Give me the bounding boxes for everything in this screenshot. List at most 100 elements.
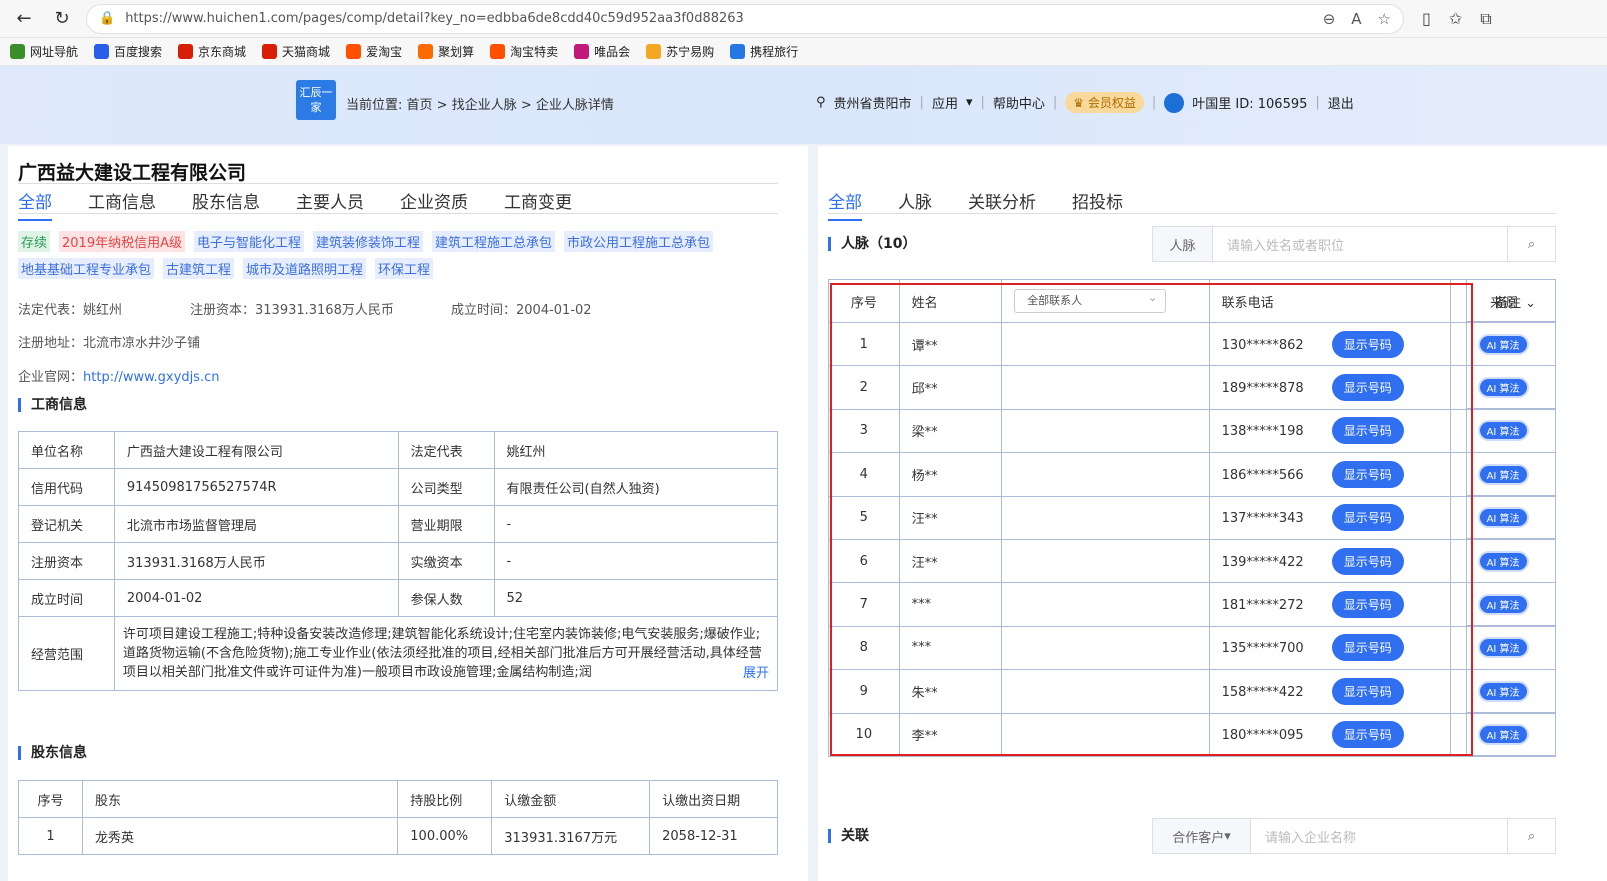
contact-name: 杨**	[898, 452, 1003, 497]
breadcrumb-path[interactable]: 首页 > 找企业人脉 > 企业人脉详情	[407, 98, 614, 113]
bookmark-item[interactable]: 唯品会	[574, 43, 630, 60]
contact-name: 李**	[898, 712, 1003, 757]
bookmark-label: 苏宁易购	[666, 45, 715, 59]
contact-position	[1001, 538, 1210, 584]
search-icon[interactable]: ⌕	[1507, 227, 1555, 261]
back-icon[interactable]: ←	[10, 5, 38, 33]
contacts-tabs: 全部 人脉 关联分析 招投标	[828, 188, 1123, 221]
show-number-button[interactable]: 显示号码	[1331, 460, 1404, 488]
bookmark-item[interactable]: 携程旅行	[730, 43, 798, 60]
refresh-icon[interactable]: ↻	[48, 5, 76, 33]
url-text[interactable]: https://www.huichen1.com/pages/comp/deta…	[125, 11, 1313, 26]
show-number-button[interactable]: 显示号码	[1331, 677, 1404, 705]
caret-down-icon: ▾	[965, 95, 973, 110]
website-label: 企业官网：	[18, 370, 84, 385]
scope-cell: 许可项目建设工程施工;特种设备安装改造修理;建筑智能化系统设计;住宅室内装饰装修…	[113, 616, 779, 691]
tab-5[interactable]: 工商变更	[504, 188, 572, 221]
reg-capital: 注册资本：313931.3168万人民币	[190, 303, 394, 318]
bookmark-icon	[10, 44, 25, 59]
bookmark-label: 爱淘宝	[366, 45, 403, 59]
collections-icon[interactable]: ⧉	[1480, 9, 1491, 29]
related-category[interactable]: 合作客户 ▾	[1153, 819, 1251, 853]
business-cell: 2004-01-02	[113, 579, 399, 617]
logout-link[interactable]: 退出	[1328, 93, 1354, 112]
bookmark-item[interactable]: 爱淘宝	[346, 43, 402, 60]
show-number-button[interactable]: 显示号码	[1331, 504, 1404, 532]
show-number-button[interactable]: 显示号码	[1331, 417, 1404, 445]
contact-name: 梁**	[898, 408, 1003, 454]
show-number-button[interactable]: 显示号码	[1331, 374, 1404, 402]
user-info[interactable]: 叶国里 ID: 106595	[1192, 93, 1307, 112]
split-screen-icon[interactable]: ▯	[1422, 9, 1431, 29]
contact-position	[1001, 669, 1210, 714]
city-selector[interactable]: 贵州省贵阳市	[834, 93, 912, 112]
col-remark[interactable]: 备注 ⌄	[1467, 279, 1556, 323]
show-number-button[interactable]: 显示号码	[1331, 634, 1404, 662]
help-center-link[interactable]: 帮助中心	[993, 93, 1045, 112]
bookmark-icon	[94, 44, 110, 59]
tab-2[interactable]: 股东信息	[192, 188, 260, 221]
bookmark-label: 淘宝特卖	[510, 45, 559, 59]
show-number-button[interactable]: 显示号码	[1331, 721, 1404, 749]
site-logo[interactable]: 汇辰一家	[296, 80, 336, 120]
tab-3[interactable]: 招投标	[1072, 188, 1123, 221]
contact-no: 2	[828, 365, 900, 410]
show-number-button[interactable]: 显示号码	[1331, 547, 1404, 575]
company-tag: 古建筑工程	[163, 258, 235, 279]
remark-label: 备注	[1495, 296, 1522, 311]
contact-phone: 158*****422	[1221, 684, 1304, 700]
tab-1[interactable]: 工商信息	[88, 188, 156, 221]
vip-benefits-badge[interactable]: ♛ 会员权益	[1065, 92, 1144, 113]
bookmark-item[interactable]: 网址导航	[10, 43, 78, 60]
contact-position	[1001, 365, 1210, 410]
bookmark-item[interactable]: 百度搜索	[94, 43, 162, 60]
business-cell: 法定代表	[397, 431, 495, 469]
shareholder-table: 序号 股东 持股比例 认缴金额 认缴出资日期 1 龙秀英 100.00% 313931.316…	[18, 780, 778, 855]
bookmark-item[interactable]: 淘宝特卖	[490, 43, 558, 60]
address-bar[interactable]: 🔒 https://www.huichen1.com/pages/comp/de…	[86, 3, 1404, 34]
read-aloud-icon[interactable]: A	[1351, 10, 1361, 28]
favorite-star-icon[interactable]: ☆	[1378, 10, 1391, 28]
expand-link[interactable]: 展开	[738, 663, 769, 683]
apps-menu[interactable]: 应用	[932, 93, 958, 112]
tab-2[interactable]: 关联分析	[968, 188, 1036, 221]
company-tag: 地基基础工程专业承包	[18, 258, 155, 279]
contact-phone: 135*****700	[1221, 641, 1304, 657]
zoom-icon[interactable]: ⊖	[1323, 10, 1336, 28]
company-tag: 建筑工程施工总承包	[432, 231, 556, 252]
bookmark-item[interactable]: 天猫商城	[262, 43, 330, 60]
contacts-search-input[interactable]: 请输入姓名或者职位	[1213, 227, 1507, 261]
bookmark-item[interactable]: 聚划算	[418, 43, 474, 60]
search-icon[interactable]: ⌕	[1507, 819, 1555, 853]
shareholder-header: 持股比例	[397, 780, 493, 818]
shareholder-header: 股东	[81, 780, 399, 818]
show-number-button[interactable]: 显示号码	[1331, 591, 1404, 619]
tab-1[interactable]: 人脉	[898, 188, 932, 221]
bookmark-icon	[262, 44, 278, 59]
favorites-icon[interactable]: ✩	[1449, 9, 1462, 29]
bookmark-item[interactable]: 苏宁易购	[646, 43, 714, 60]
table-row: 1 谭** 130*****862 显示号码 AI 算法	[828, 321, 1556, 367]
tab-0[interactable]: 全部	[18, 188, 52, 221]
tab-0[interactable]: 全部	[828, 188, 862, 221]
contact-no: 7	[828, 582, 900, 627]
company-tag: 城市及道路照明工程	[243, 258, 367, 279]
related-search-input[interactable]: 请输入企业名称	[1251, 819, 1507, 853]
business-cell: 91450981756527574R	[113, 468, 399, 506]
table-row: 注册资本 313931.3168万人民币 实缴资本 -	[18, 542, 778, 580]
contact-name: 朱**	[898, 669, 1003, 714]
show-number-button[interactable]: 显示号码	[1331, 330, 1404, 358]
table-row: 7 *** 181*****272 显示号码 AI 算法	[828, 582, 1556, 627]
tab-3[interactable]: 主要人员	[296, 188, 364, 221]
tab-4[interactable]: 企业资质	[400, 188, 468, 221]
bookmark-item[interactable]: 京东商城	[178, 43, 246, 60]
contact-filter-dropdown[interactable]: 全部联系人	[1014, 287, 1167, 313]
contact-name: 汪**	[898, 538, 1003, 584]
table-row: 信用代码 91450981756527574R 公司类型 有限责任公司(自然人独资)	[18, 468, 778, 506]
search-category[interactable]: 人脉	[1153, 227, 1213, 261]
website-link[interactable]: http://www.gxydjs.cn	[83, 370, 219, 385]
contact-phone: 137*****343	[1221, 511, 1304, 527]
shareholder-cell: 1	[18, 817, 83, 855]
contacts-table: 序号 姓名 全部联系人 联系电话 来源 1谭**130*****862显示号码A…	[828, 279, 1556, 757]
user-avatar[interactable]	[1164, 92, 1185, 113]
